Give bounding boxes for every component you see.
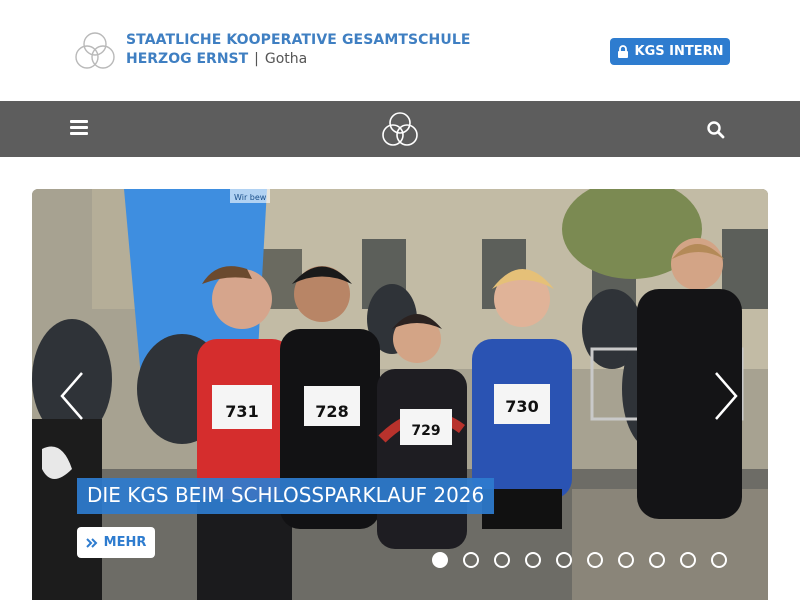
three-rings-logo-icon[interactable] [380, 111, 420, 149]
slider-dot[interactable] [432, 552, 448, 568]
slider-dot[interactable] [680, 552, 696, 568]
bib-number: 730 [505, 397, 538, 416]
slider-dot[interactable] [556, 552, 572, 568]
bib-number: 729 [411, 423, 440, 439]
slider-next-arrow-icon[interactable] [710, 371, 740, 421]
lock-icon [617, 45, 628, 58]
bib-number: 728 [315, 402, 348, 421]
school-name-line: HERZOG ERNST | Gotha [126, 51, 307, 67]
slider-pagination [432, 552, 727, 568]
school-logo[interactable]: STAATLICHE KOOPERATIVE GESAMTSCHULE HERZ… [74, 31, 474, 71]
main-navbar [0, 101, 800, 157]
slider-dot[interactable] [494, 552, 510, 568]
banner-text: Wir bew [234, 193, 267, 202]
double-chevron-right-icon [85, 537, 98, 548]
slider-dot[interactable] [649, 552, 665, 568]
slider-dot[interactable] [618, 552, 634, 568]
hamburger-menu-icon[interactable] [70, 120, 90, 138]
search-icon[interactable] [706, 120, 726, 140]
more-button[interactable]: MEHR [77, 527, 155, 558]
school-name: HERZOG ERNST [126, 51, 249, 67]
three-rings-logo-icon [75, 32, 115, 69]
slider-dot[interactable] [587, 552, 603, 568]
site-header: STAATLICHE KOOPERATIVE GESAMTSCHULE HERZ… [0, 0, 800, 101]
school-type-text: STAATLICHE KOOPERATIVE GESAMTSCHULE [126, 32, 471, 48]
slider-prev-arrow-icon[interactable] [58, 371, 88, 421]
kgs-intern-button[interactable]: KGS INTERN [610, 38, 730, 65]
slide-caption: DIE KGS BEIM SCHLOSSPARKLAUF 2026 [77, 478, 495, 514]
hero-slider: Wir bew 731 728 729 730 DIE KGS BEIM SCH… [32, 189, 768, 600]
slider-dot[interactable] [525, 552, 541, 568]
more-label: MEHR [103, 535, 147, 550]
bib-number: 731 [225, 402, 258, 421]
separator: | [254, 51, 259, 67]
slider-dot[interactable] [711, 552, 727, 568]
kgs-intern-label: KGS INTERN [634, 44, 724, 59]
slider-dot[interactable] [463, 552, 479, 568]
school-city: Gotha [264, 51, 308, 67]
